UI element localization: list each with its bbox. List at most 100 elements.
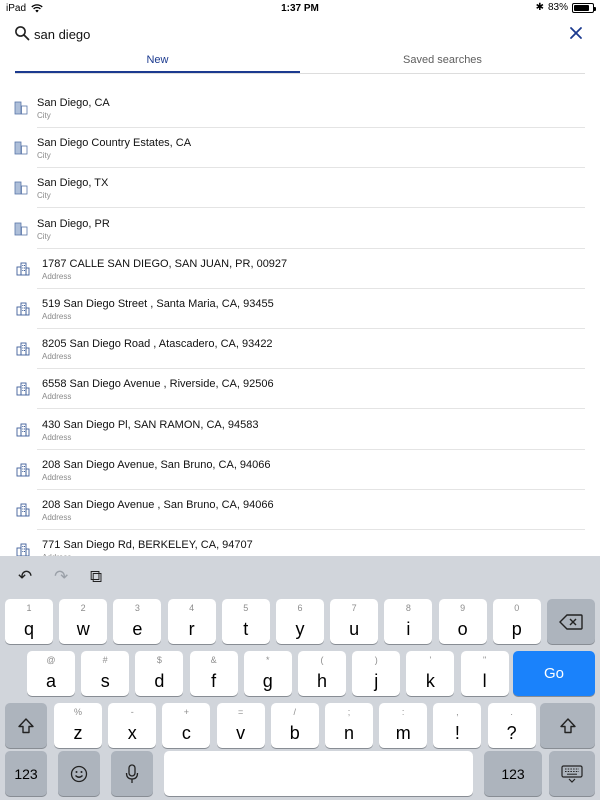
result-row[interactable]: San Diego Country Estates, CA City: [0, 128, 600, 169]
result-row[interactable]: 519 San Diego Street , Santa Maria, CA, …: [0, 289, 600, 329]
key-f[interactable]: & f: [189, 651, 238, 696]
shift-key-left[interactable]: [5, 703, 47, 748]
search-icon: [15, 26, 30, 41]
key-r[interactable]: 4r: [167, 599, 216, 644]
go-key[interactable]: Go: [513, 651, 595, 696]
key-label: k: [425, 671, 435, 691]
result-title: San Diego, PR: [37, 217, 110, 230]
key-question[interactable]: .?: [487, 703, 536, 748]
key-secondary-label: 1: [26, 603, 32, 613]
key-k[interactable]: ' k: [406, 651, 455, 696]
result-row[interactable]: 771 San Diego Rd, BERKELEY, CA, 94707Add…: [0, 530, 600, 556]
result-title: 208 San Diego Avenue, San Bruno, CA, 940…: [42, 458, 271, 471]
result-row[interactable]: 208 San Diego Avenue, San Bruno, CA, 940…: [0, 450, 600, 490]
key-secondary-label: ,: [456, 707, 459, 717]
key-h[interactable]: (h: [298, 651, 346, 696]
key-label: s: [100, 671, 110, 691]
key-p[interactable]: 0p: [492, 599, 541, 644]
key-j[interactable]: ) j: [352, 651, 401, 696]
microphone-key[interactable]: [111, 751, 153, 796]
key-exclamation[interactable]: ,!: [433, 703, 482, 748]
result-row[interactable]: 8205 San Diego Road , Atascadero, CA, 93…: [0, 329, 600, 370]
key-secondary-label: 4: [189, 603, 195, 613]
key-b[interactable]: / b: [270, 703, 319, 748]
key-c[interactable]: + c: [162, 703, 211, 748]
result-type: Address: [42, 472, 72, 482]
result-title: 208 San Diego Avenue , San Bruno, CA, 94…: [42, 499, 274, 511]
space-key[interactable]: [164, 751, 473, 796]
emoji-key[interactable]: [58, 751, 100, 796]
microphone-icon: [111, 751, 153, 796]
status-right: ✱ 83%: [536, 2, 596, 13]
key-o[interactable]: 9o: [438, 599, 487, 644]
city-icon: [14, 222, 28, 236]
key-m[interactable]: :m: [379, 703, 428, 748]
shift-key-right[interactable]: [540, 703, 595, 748]
key-t[interactable]: 5t: [221, 599, 270, 644]
status-time: 1:37 PM: [281, 3, 319, 14]
city-icon: [14, 101, 28, 115]
key-q[interactable]: 1q: [5, 599, 53, 644]
result-row[interactable]: San Diego, TX City: [0, 168, 600, 209]
key-label: ?: [506, 723, 517, 743]
redo-icon[interactable]: ↷: [54, 568, 72, 585]
key-label: u: [349, 619, 360, 639]
key-secondary-label: 7: [351, 603, 357, 613]
numbers-key-left[interactable]: 123: [5, 751, 47, 796]
result-title: 6558 San Diego Avenue , Riverside, CA, 9…: [42, 378, 274, 391]
result-row[interactable]: San Diego, PR City: [0, 209, 600, 249]
key-secondary-label: 6: [297, 603, 303, 613]
building-icon: [16, 342, 30, 356]
key-a[interactable]: @ a: [27, 651, 75, 696]
key-d[interactable]: $ d: [135, 651, 184, 696]
building-icon: [16, 262, 30, 276]
key-v[interactable]: = v: [216, 703, 265, 748]
key-e[interactable]: 3e: [113, 599, 162, 644]
key-s[interactable]: # s: [81, 651, 130, 696]
tab-saved-searches[interactable]: Saved searches: [300, 52, 585, 74]
backspace-key[interactable]: [547, 599, 595, 644]
result-type: Address: [42, 352, 72, 362]
key-w[interactable]: 2w: [59, 599, 108, 644]
key-label: o: [457, 619, 468, 639]
key-secondary-label: ': [429, 655, 432, 665]
result-title: 8205 San Diego Road , Atascadero, CA, 93…: [42, 338, 273, 351]
result-row[interactable]: 6558 San Diego Avenue , Riverside, CA, 9…: [0, 369, 600, 410]
key-l[interactable]: " l: [460, 651, 509, 696]
result-type: Address: [42, 392, 72, 402]
search-bar: [0, 18, 600, 50]
key-label: n: [343, 723, 354, 743]
key-secondary-label: %: [73, 707, 82, 717]
emoji-icon: [58, 751, 100, 796]
key-u[interactable]: 7u: [330, 599, 379, 644]
key-i[interactable]: 8i: [384, 599, 433, 644]
key-label: p: [511, 619, 522, 639]
building-icon: [16, 543, 30, 556]
result-row[interactable]: 208 San Diego Avenue , San Bruno, CA, 94…: [0, 490, 600, 530]
key-secondary-label: ": [482, 655, 487, 665]
result-row[interactable]: 1787 CALLE SAN DIEGO, SAN JUAN, PR, 0092…: [0, 249, 600, 289]
key-x[interactable]: -x: [108, 703, 157, 748]
key-g[interactable]: * g: [243, 651, 292, 696]
key-secondary-label: 3: [134, 603, 140, 613]
hide-keyboard-key[interactable]: [549, 751, 595, 796]
numbers-key-right[interactable]: 123: [484, 751, 542, 796]
undo-icon[interactable]: ↶: [18, 568, 36, 585]
key-label: g: [262, 671, 273, 691]
paste-icon[interactable]: ⧉: [90, 568, 108, 585]
result-row[interactable]: San Diego, CA City: [0, 88, 600, 128]
key-label: z: [73, 723, 83, 743]
key-label: m: [395, 723, 411, 743]
result-title: San Diego Country Estates, CA: [37, 137, 192, 150]
key-label: d: [154, 671, 165, 691]
key-secondary-label: -: [130, 707, 134, 717]
result-row[interactable]: 430 San Diego Pl, SAN RAMON, CA, 94583 Ad…: [0, 410, 600, 450]
key-secondary-label: 0: [514, 603, 520, 613]
search-input[interactable]: [34, 23, 534, 45]
result-title: San Diego, CA: [37, 97, 110, 109]
key-secondary-label: $: [156, 655, 162, 665]
key-z[interactable]: % z: [54, 703, 102, 748]
key-y[interactable]: 6y: [276, 599, 324, 644]
key-n[interactable]: ; n: [325, 703, 373, 748]
close-icon[interactable]: [567, 24, 585, 42]
